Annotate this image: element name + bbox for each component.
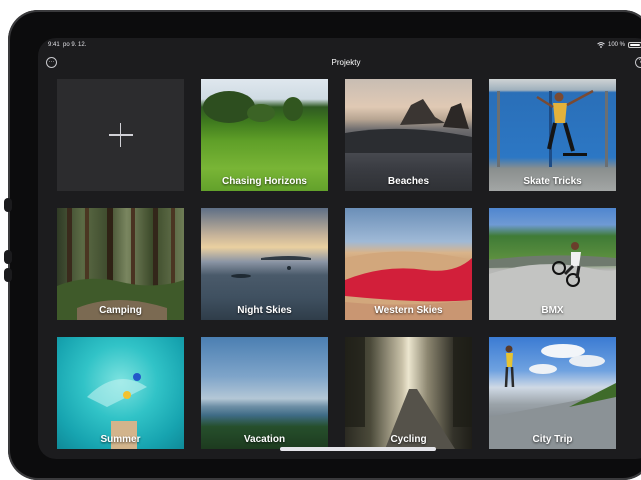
home-indicator[interactable] — [280, 447, 436, 451]
project-label: City Trip — [532, 434, 573, 445]
project-label: Western Skies — [374, 305, 443, 316]
rocks-graphic — [345, 99, 472, 153]
new-project-tile[interactable] — [57, 79, 184, 191]
skater-graphic — [497, 89, 608, 167]
help-button[interactable]: ? — [635, 57, 641, 68]
project-tile-skate-tricks[interactable]: Skate Tricks — [489, 79, 616, 191]
project-tile-vacation[interactable]: Vacation — [201, 337, 328, 449]
battery-icon — [628, 42, 641, 48]
clock: 9:41 — [48, 42, 60, 48]
nav-bar: ··· Projekty ? — [38, 54, 641, 74]
project-tile-bmx[interactable]: BMX — [489, 208, 616, 320]
city-graphic — [489, 344, 616, 449]
project-label: Cycling — [390, 434, 427, 445]
status-right: 100 % — [597, 42, 641, 48]
project-label: Chasing Horizons — [221, 176, 307, 187]
page-title: Projekty — [331, 58, 361, 67]
project-label: Summer — [100, 434, 141, 445]
plus-icon — [108, 123, 133, 147]
project-label: Skate Tricks — [523, 176, 582, 187]
project-tile-summer[interactable]: Summer — [57, 337, 184, 449]
project-tile-western-skies[interactable]: Western Skies — [345, 208, 472, 320]
project-tile-chasing-horizons[interactable]: Chasing Horizons — [201, 79, 328, 191]
bmx-graphic — [489, 242, 616, 320]
forest-graphic — [57, 208, 184, 320]
road-graphic — [345, 337, 472, 449]
battery-percent: 100 % — [607, 42, 625, 48]
side-button — [4, 198, 12, 212]
screen: 9:41 po 9. 12. 100 % ··· Projekty ? — [38, 38, 641, 459]
volume-down-button — [4, 268, 12, 282]
ipad-frame: 9:41 po 9. 12. 100 % ··· Projekty ? — [4, 10, 641, 480]
project-label: Night Skies — [237, 305, 292, 316]
trees-graphic — [203, 91, 303, 123]
project-tile-cycling[interactable]: Cycling — [345, 337, 472, 449]
project-label: BMX — [541, 305, 564, 316]
pool-graphic — [87, 373, 147, 449]
status-time: 9:41 po 9. 12. — [48, 42, 86, 48]
project-tile-beaches[interactable]: Beaches — [345, 79, 472, 191]
project-tile-camping[interactable]: Camping — [57, 208, 184, 320]
wifi-icon — [597, 42, 605, 48]
dunes-graphic — [345, 251, 472, 320]
status-bar: 9:41 po 9. 12. 100 % — [38, 38, 641, 54]
project-tile-city-trip[interactable]: City Trip — [489, 337, 616, 449]
project-label: Camping — [99, 305, 142, 316]
project-label: Vacation — [243, 434, 286, 445]
project-tile-night-skies[interactable]: Night Skies — [201, 208, 328, 320]
date: po 9. 12. — [63, 42, 87, 48]
volume-up-button — [4, 250, 12, 264]
project-label: Beaches — [387, 176, 430, 187]
water-graphic — [231, 256, 311, 278]
